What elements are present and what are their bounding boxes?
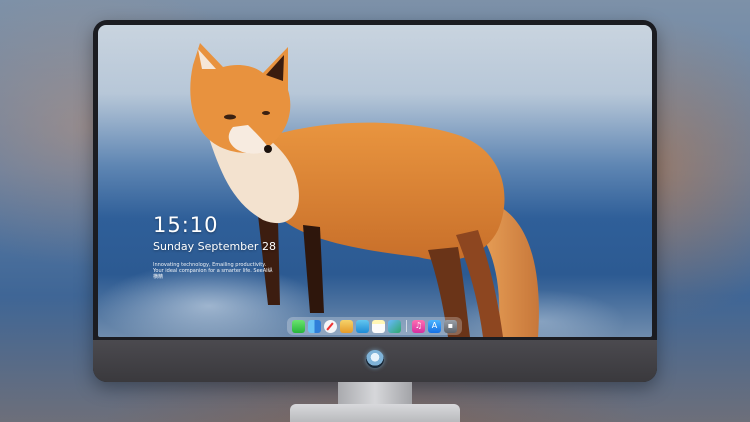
- lock-tagline: Innovating technology, Emailing producti…: [153, 262, 273, 280]
- brand-logo-icon: [366, 350, 384, 368]
- fox-wallpaper: [190, 43, 539, 337]
- monitor-stand-base: [290, 404, 460, 422]
- lock-screen[interactable]: 15:10 Sunday September 28 Innovating tec…: [98, 25, 652, 337]
- dock-separator: [406, 320, 407, 332]
- photos-icon[interactable]: [388, 319, 401, 333]
- messages-icon[interactable]: [292, 319, 305, 333]
- monitor: 15:10 Sunday September 28 Innovating tec…: [93, 20, 657, 382]
- lock-clock: 15:10: [153, 213, 219, 237]
- monitor-stand-neck: [338, 382, 412, 406]
- compass-icon[interactable]: [324, 319, 337, 333]
- clapperboard-icon[interactable]: [356, 319, 369, 333]
- finder-icon[interactable]: [308, 319, 321, 333]
- drive-icon[interactable]: ▪: [444, 319, 457, 333]
- dock: ♫ A ▪: [287, 317, 462, 335]
- preview-icon[interactable]: [340, 319, 353, 333]
- notes-icon[interactable]: [372, 319, 385, 333]
- app-store-icon[interactable]: A: [428, 319, 441, 333]
- lock-date: Sunday September 28: [153, 240, 276, 253]
- music-note-icon[interactable]: ♫: [412, 319, 425, 333]
